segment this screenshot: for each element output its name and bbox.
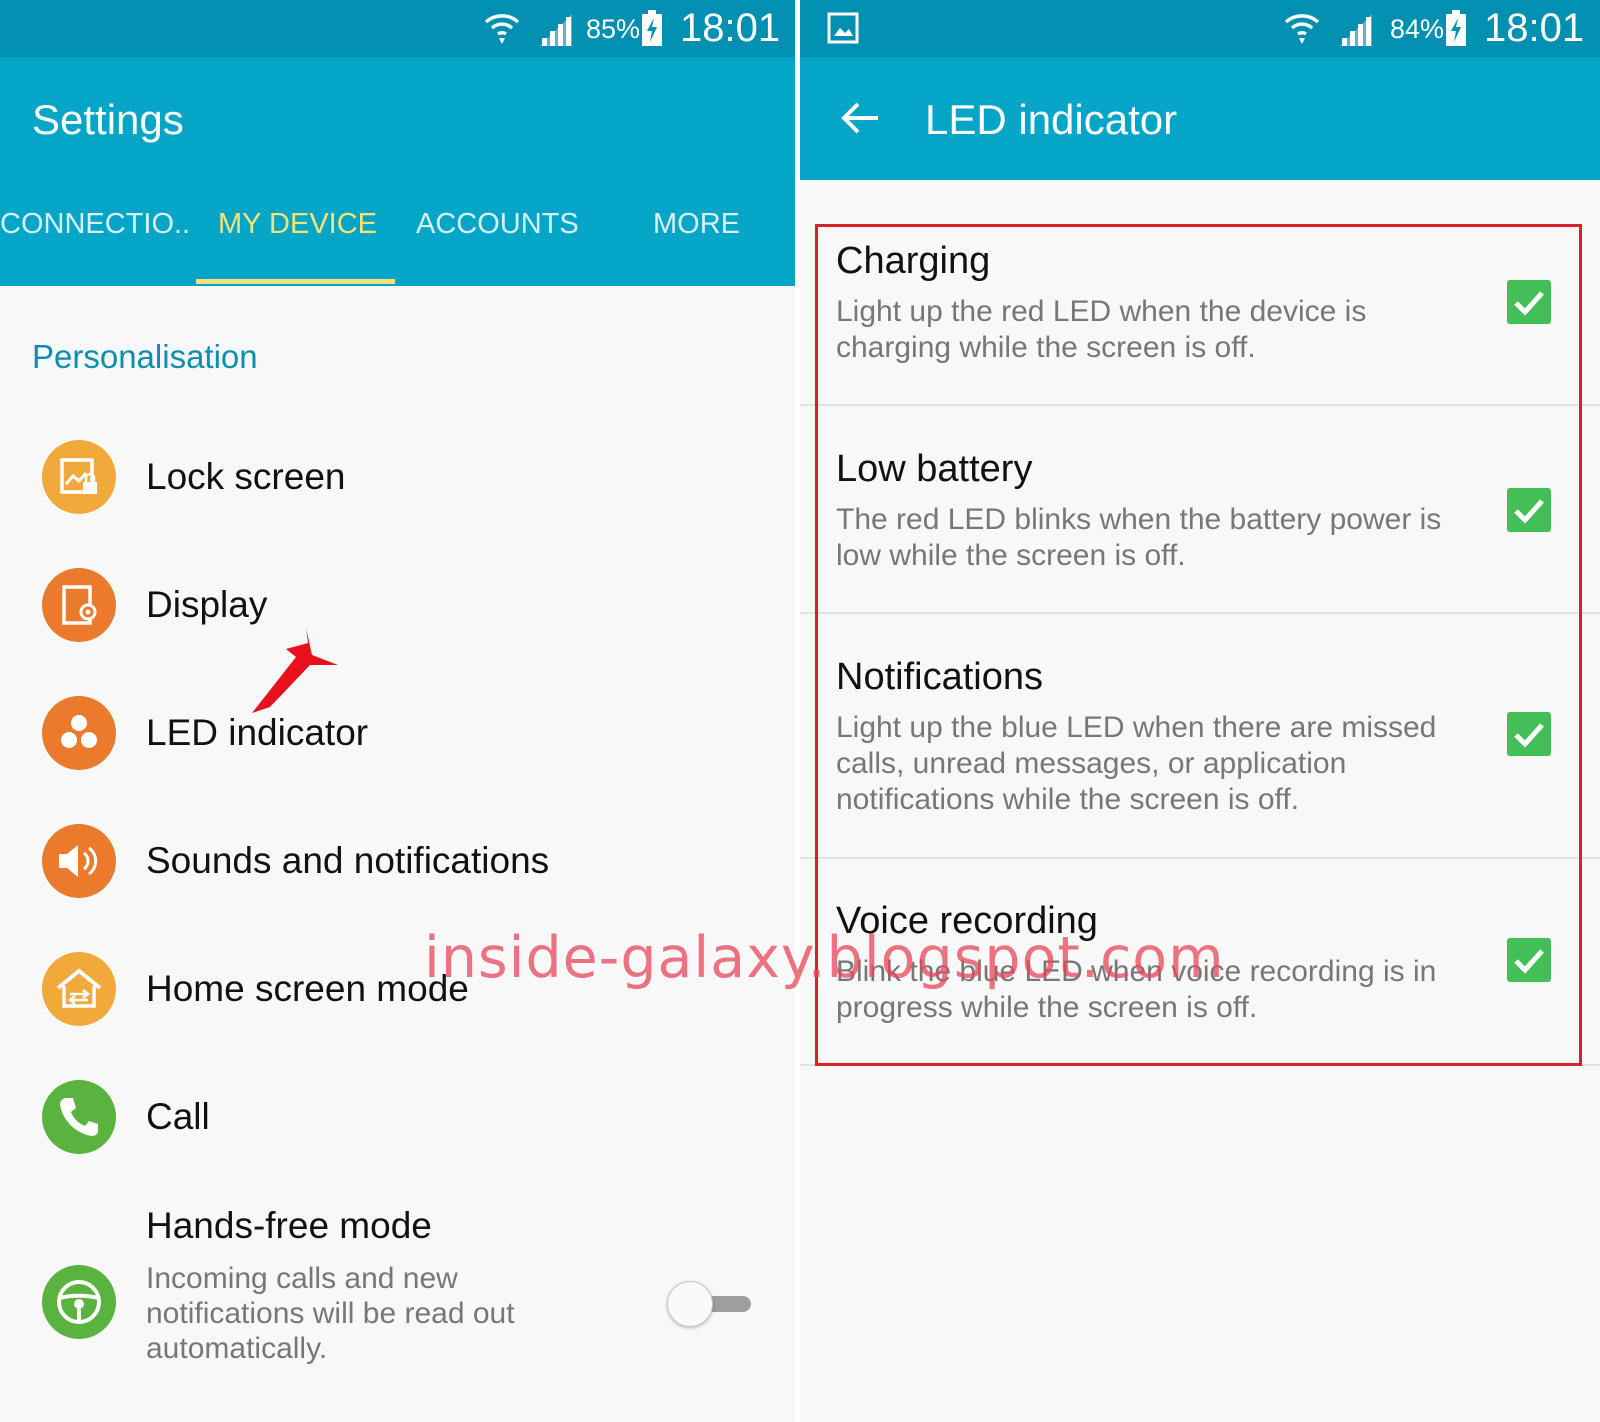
settings-item-led-indicator[interactable]: LED indicator <box>0 678 795 788</box>
signal-icon <box>540 14 572 46</box>
settings-item-label: Lock screen <box>146 456 346 497</box>
section-header-personalisation: Personalisation <box>32 338 258 375</box>
lock-screen-icon <box>42 440 116 514</box>
status-bar: 84% 18:01 <box>800 0 1600 57</box>
display-icon <box>42 568 116 642</box>
tab-connections[interactable]: CONNECTIO.. <box>0 208 190 241</box>
signal-icon <box>1340 14 1372 46</box>
active-tab-indicator <box>196 279 395 284</box>
settings-item-sounds-and-notifications[interactable]: Sounds and notifications <box>0 806 795 916</box>
steering-wheel-icon <box>42 1265 116 1339</box>
settings-item-label: Sounds and notifications <box>146 840 550 881</box>
settings-item-label: Hands-free mode <box>146 1205 432 1246</box>
status-bar: 85% 18:01 <box>0 0 795 57</box>
battery-percentage: 84% <box>1390 14 1445 44</box>
hands-free-toggle[interactable] <box>667 1281 713 1327</box>
wifi-icon <box>484 14 520 44</box>
settings-item-label: Call <box>146 1096 210 1137</box>
app-bar <box>800 57 1600 180</box>
clock: 18:01 <box>1484 6 1585 50</box>
settings-item-label: Home screen mode <box>146 968 469 1009</box>
settings-item-lock-screen[interactable]: Lock screen <box>0 422 795 532</box>
settings-screen: 85% 18:01 Settings CONNECTIO.. MY DEVICE… <box>0 0 795 1422</box>
battery-percentage: 85% <box>586 14 641 44</box>
settings-item-label: Display <box>146 584 268 625</box>
tab-my-device[interactable]: MY DEVICE <box>218 208 377 241</box>
battery-charging-icon <box>642 10 662 46</box>
settings-item-label: LED indicator <box>146 712 369 753</box>
watermark: inside-galaxy.blogspot.com <box>424 925 1225 991</box>
tab-more[interactable]: MORE <box>653 208 740 241</box>
settings-item-description: Incoming calls and new notifications wil… <box>146 1262 515 1365</box>
settings-item-call[interactable]: Call <box>0 1062 795 1172</box>
led-indicator-icon <box>42 696 116 770</box>
page-title: Settings <box>32 96 184 143</box>
wifi-icon <box>1284 14 1320 44</box>
phone-icon <box>42 1080 116 1154</box>
settings-item-display[interactable]: Display <box>0 550 795 660</box>
speaker-icon <box>42 824 116 898</box>
clock: 18:01 <box>680 6 781 50</box>
home-screen-mode-icon <box>42 952 116 1026</box>
battery-charging-icon <box>1446 10 1466 46</box>
back-arrow-icon[interactable] <box>838 96 882 140</box>
gallery-notification-icon <box>827 12 859 44</box>
red-arrow-annotation <box>252 628 338 713</box>
app-bar <box>0 57 795 286</box>
page-title: LED indicator <box>925 96 1178 143</box>
tab-accounts[interactable]: ACCOUNTS <box>416 208 579 241</box>
